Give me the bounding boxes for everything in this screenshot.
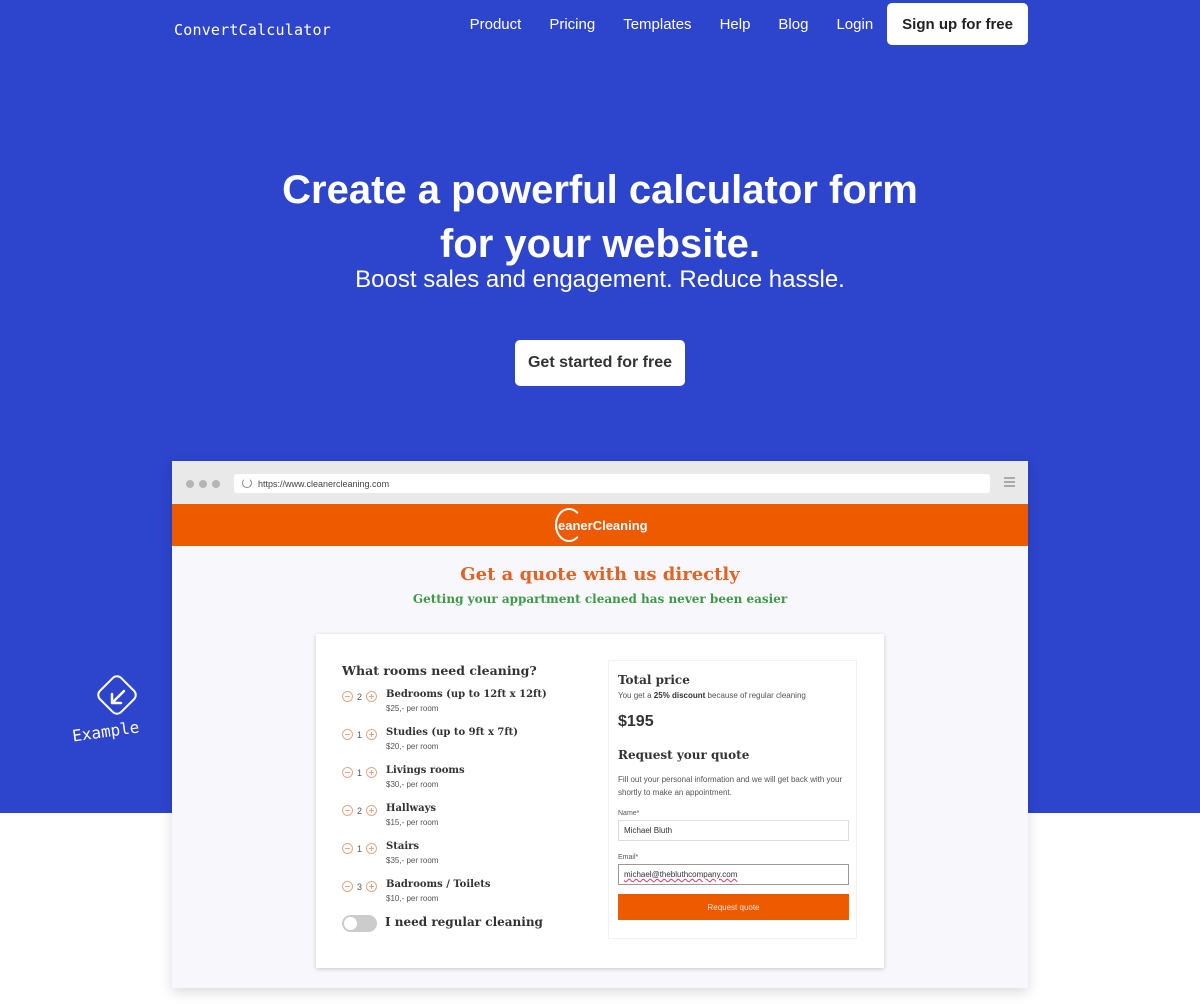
site-header: leanerCleaning xyxy=(172,504,1028,546)
minus-icon[interactable] xyxy=(342,767,353,778)
address-bar: https://www.cleanercleaning.com xyxy=(234,474,990,493)
room-price: $10,- per room xyxy=(386,894,439,903)
room-price: $35,- per room xyxy=(386,856,439,865)
window-dot-icon xyxy=(212,480,220,488)
minus-icon[interactable] xyxy=(342,729,353,740)
request-quote-title: Request your quote xyxy=(618,748,750,762)
name-value: Michael Bluth xyxy=(624,826,673,835)
nav-templates[interactable]: Templates xyxy=(623,16,691,33)
total-price-title: Total price xyxy=(618,673,690,687)
arrow-down-left-icon xyxy=(110,689,126,705)
hero-title-line1: Create a powerful calculator form xyxy=(282,168,918,212)
nav-blog[interactable]: Blog xyxy=(778,16,808,33)
quantity-stepper: 2 xyxy=(342,691,378,702)
quantity-stepper: 1 xyxy=(342,729,378,740)
room-item: 1 Livings rooms $30,- per room xyxy=(342,765,592,795)
discount-note: You get a 25% discount because of regula… xyxy=(618,691,806,700)
calculator-form: What rooms need cleaning? 2 Bedrooms (up… xyxy=(316,634,884,968)
room-item: 1 Stairs $35,- per room xyxy=(342,841,592,871)
plus-icon[interactable] xyxy=(366,805,378,816)
rooms-heading: What rooms need cleaning? xyxy=(342,663,537,678)
room-price: $15,- per room xyxy=(386,818,439,827)
main-nav: Product Pricing Templates Help Blog Logi… xyxy=(470,3,1028,45)
quantity-stepper: 2 xyxy=(342,805,378,816)
plus-icon[interactable] xyxy=(366,691,378,702)
plus-icon[interactable] xyxy=(366,767,378,778)
hero-title-line2: for your website. xyxy=(439,222,761,266)
quantity-stepper: 1 xyxy=(342,843,378,854)
window-dot-icon xyxy=(186,480,194,488)
total-price-value: $195 xyxy=(618,713,654,730)
quantity-value: 2 xyxy=(357,691,363,702)
quantity-stepper: 3 xyxy=(342,881,378,892)
name-label: Name* xyxy=(618,810,640,817)
room-name: Badrooms / Toilets xyxy=(386,879,491,890)
minus-icon[interactable] xyxy=(342,691,353,702)
regular-cleaning-label: I need regular cleaning xyxy=(385,915,543,929)
browser-toolbar: https://www.cleanercleaning.com xyxy=(172,461,1028,504)
email-field[interactable]: michael@thebluthcompany.com xyxy=(618,864,849,885)
discount-amount: 25% discount xyxy=(653,691,706,700)
hero-title: Create a powerful calculator form for yo… xyxy=(0,163,1200,271)
room-price: $25,- per room xyxy=(386,704,439,713)
quantity-value: 1 xyxy=(357,767,363,778)
email-value: michael@thebluthcompany.com xyxy=(624,870,738,879)
room-name: Hallways xyxy=(386,803,437,814)
regular-cleaning-toggle[interactable] xyxy=(342,915,377,932)
room-price: $20,- per room xyxy=(386,742,439,751)
name-field[interactable]: Michael Bluth xyxy=(618,820,849,841)
cleaner-logo-text: leanerCleaning xyxy=(554,517,648,533)
request-quote-description: Fill out your personal information and w… xyxy=(618,775,843,797)
request-quote-button[interactable]: Request quote xyxy=(618,894,849,920)
hero-subtitle: Boost sales and engagement. Reduce hassl… xyxy=(355,266,845,293)
room-name: Studies (up to 9ft x 7ft) xyxy=(386,727,519,738)
minus-icon[interactable] xyxy=(342,881,353,892)
plus-icon[interactable] xyxy=(366,881,378,892)
browser-mockup: https://www.cleanercleaning.com leanerCl… xyxy=(172,461,1028,988)
room-item: 2 Bedrooms (up to 12ft x 12ft) $25,- per… xyxy=(342,689,592,719)
room-item: 1 Studies (up to 9ft x 7ft) $20,- per ro… xyxy=(342,727,592,757)
email-label: Email* xyxy=(618,854,639,861)
quantity-value: 1 xyxy=(357,843,363,854)
quantity-value: 2 xyxy=(357,805,363,816)
quantity-value: 1 xyxy=(357,729,363,740)
plus-icon[interactable] xyxy=(366,729,378,740)
discount-suffix: because of regular cleaning xyxy=(705,691,806,700)
signup-button[interactable]: Sign up for free xyxy=(887,3,1028,45)
room-name: Bedrooms (up to 12ft x 12ft) xyxy=(386,689,547,700)
nav-pricing[interactable]: Pricing xyxy=(549,16,595,33)
window-dot-icon xyxy=(199,480,207,488)
site-logo[interactable]: ConvertCalculator xyxy=(174,21,331,39)
minus-icon[interactable] xyxy=(342,805,353,816)
nav-login[interactable]: Login xyxy=(836,16,873,33)
room-item: 3 Badrooms / Toilets $10,- per room xyxy=(342,879,592,909)
reload-icon xyxy=(242,478,252,488)
nav-help[interactable]: Help xyxy=(720,16,751,33)
get-started-button[interactable]: Get started for free xyxy=(515,340,685,386)
room-name: Stairs xyxy=(386,841,420,852)
quote-subheading: Getting your appartment cleaned has neve… xyxy=(412,592,788,606)
hamburger-menu-icon xyxy=(1004,477,1015,488)
room-price: $30,- per room xyxy=(386,780,439,789)
nav-product[interactable]: Product xyxy=(470,16,522,33)
quantity-stepper: 1 xyxy=(342,767,378,778)
url-text: https://www.cleanercleaning.com xyxy=(258,478,390,489)
minus-icon[interactable] xyxy=(342,843,353,854)
room-item: 2 Hallways $15,- per room xyxy=(342,803,592,833)
room-name: Livings rooms xyxy=(386,765,465,776)
quote-heading: Get a quote with us directly xyxy=(460,564,740,585)
plus-icon[interactable] xyxy=(366,843,378,854)
quantity-value: 3 xyxy=(357,881,363,892)
price-panel: Total price You get a 25% discount becau… xyxy=(608,660,857,939)
discount-prefix: You get a xyxy=(618,691,654,700)
